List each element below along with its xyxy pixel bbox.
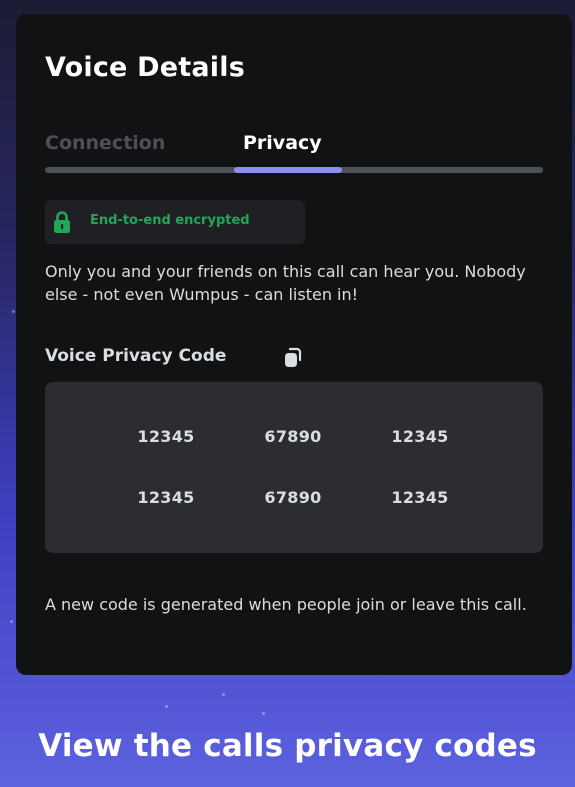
privacy-code-digit-group: 12345 <box>391 488 449 507</box>
background-star <box>262 712 265 715</box>
privacy-code-digit-group: 67890 <box>264 427 322 446</box>
tab-privacy[interactable]: Privacy <box>243 132 322 154</box>
active-tab-indicator <box>234 167 342 173</box>
voice-details-modal: Voice Details Connection Privacy End-to-… <box>16 14 572 675</box>
copy-icon[interactable] <box>281 346 305 370</box>
background-star <box>12 310 15 313</box>
tab-connection[interactable]: Connection <box>45 132 165 154</box>
privacy-code-digit-group: 12345 <box>137 488 195 507</box>
privacy-description: Only you and your friends on this call c… <box>45 262 526 304</box>
tab-bar: Connection Privacy <box>45 132 543 176</box>
encryption-status-text: End-to-end encrypted <box>90 213 250 228</box>
tab-track <box>45 167 543 173</box>
privacy-code-digit-group: 12345 <box>137 427 195 446</box>
background-star <box>165 705 168 708</box>
modal-title: Voice Details <box>45 52 245 83</box>
encryption-badge: End-to-end encrypted <box>45 200 305 244</box>
promo-caption: View the calls privacy codes <box>38 728 537 764</box>
background-star <box>10 620 13 623</box>
background-star <box>222 693 225 696</box>
privacy-code-grid: 12345 67890 12345 12345 67890 12345 <box>45 382 543 553</box>
lock-icon <box>54 211 70 233</box>
code-regeneration-note: A new code is generated when people join… <box>45 595 527 614</box>
privacy-code-digit-group: 67890 <box>264 488 322 507</box>
privacy-code-digit-group: 12345 <box>391 427 449 446</box>
privacy-code-heading: Voice Privacy Code <box>45 346 227 366</box>
